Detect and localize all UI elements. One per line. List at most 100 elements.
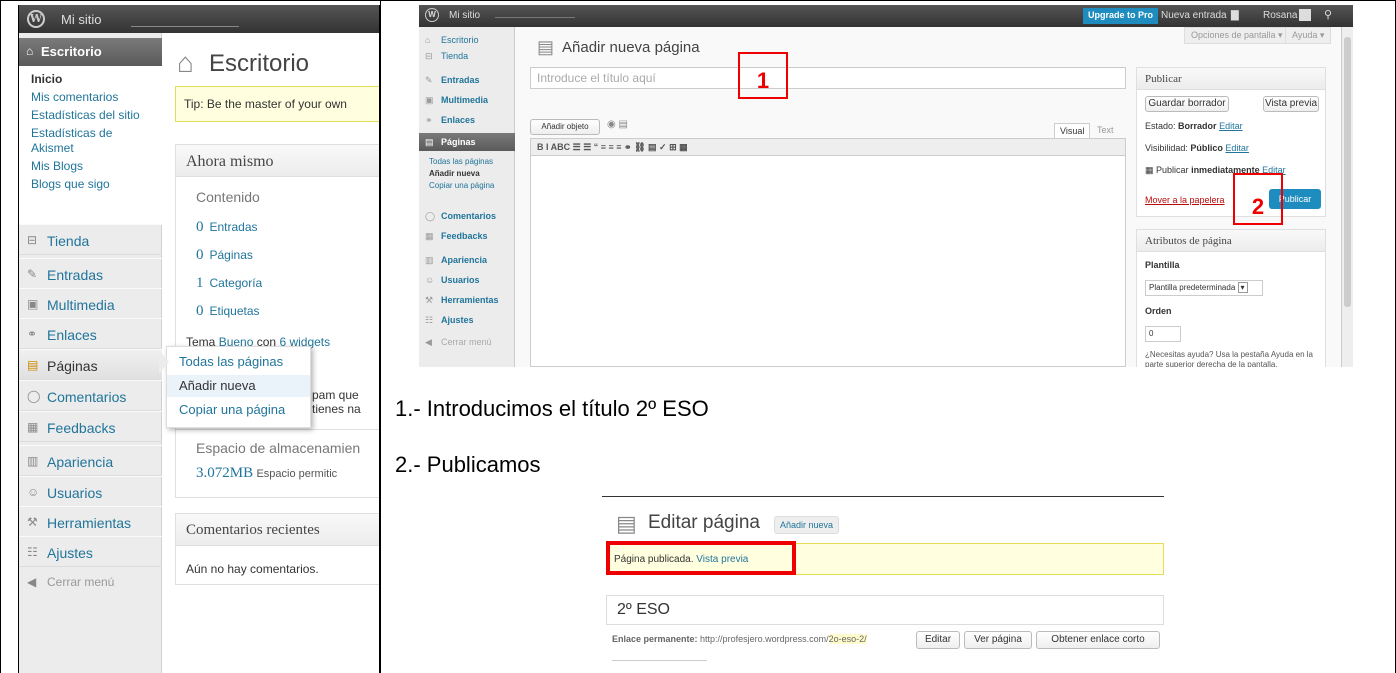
add-new-button[interactable]: Añadir nueva <box>774 516 840 534</box>
submenu-todas[interactable]: Todas las páginas <box>429 157 493 166</box>
glance-entradas[interactable]: 0 Entradas <box>196 219 258 236</box>
admin-bar: W Mi sitio <box>19 5 379 33</box>
menu-tienda[interactable]: ⊟ Tienda <box>19 224 162 255</box>
menu-multimedia[interactable]: ▣ Multimedia <box>419 91 515 109</box>
btn-label: Editar <box>924 634 952 645</box>
upgrade-button[interactable]: Upgrade to Pro <box>1083 8 1159 24</box>
user-link[interactable]: Rosana <box>1263 10 1297 21</box>
help-button[interactable]: Ayuda ▾ <box>1285 27 1332 44</box>
page-title-input[interactable]: 2º ESO <box>606 595 1164 625</box>
edit-link[interactable]: Editar <box>1219 121 1243 131</box>
flyout-anadir-nueva[interactable]: Añadir nueva <box>167 375 310 397</box>
glance-paginas[interactable]: 0 Páginas <box>196 247 253 264</box>
submenu-blogs-que-sigo[interactable]: Blogs que sigo <box>31 177 110 191</box>
menu-multimedia[interactable]: ▣ Multimedia <box>19 288 162 319</box>
wordpress-logo-icon[interactable]: W <box>27 10 45 28</box>
menu-usuarios[interactable]: ☺ Usuarios <box>19 476 162 507</box>
tab-visual[interactable]: Visual <box>1054 123 1091 139</box>
site-link[interactable]: Mi sitio <box>61 12 101 27</box>
menu-apariencia[interactable]: ▥ Apariencia <box>19 445 162 476</box>
glance-categoria[interactable]: 1 Categoría <box>196 275 262 292</box>
media-icon[interactable]: ◉ ▤ <box>607 119 628 130</box>
submenu-akismet[interactable]: Akismet <box>31 141 74 155</box>
submenu-estadisticas[interactable]: Estadísticas del sitio <box>31 108 140 122</box>
menu-paginas[interactable]: ▤ Páginas <box>419 133 515 151</box>
menu-paginas[interactable]: ▤ Páginas <box>19 349 162 380</box>
collapse-menu[interactable]: ◀ Cerrar menú <box>19 567 162 598</box>
appearance-icon: ▥ <box>425 255 434 265</box>
admin-bar-search[interactable] <box>131 13 239 27</box>
menu-enlaces[interactable]: ⚭ Enlaces <box>19 318 162 349</box>
submenu-estadisticas-de[interactable]: Estadísticas de <box>31 126 112 140</box>
view-page-button[interactable]: Ver página <box>964 631 1032 649</box>
tab-text[interactable]: Text <box>1092 123 1119 137</box>
glance-label: Páginas <box>209 248 253 262</box>
template-select[interactable]: Plantilla predeterminada ▾ <box>1145 280 1263 296</box>
wordpress-logo-icon[interactable]: W <box>425 8 439 22</box>
admin-bar-search[interactable] <box>495 17 575 18</box>
title-input[interactable]: Introduce el título aquí <box>530 67 1126 89</box>
menu-ajustes[interactable]: ☷ Ajustes <box>419 311 515 329</box>
permalink-label: Enlace permanente: <box>612 634 698 644</box>
feedback-icon: ▦ <box>27 420 39 434</box>
collapse-menu[interactable]: ◀ Cerrar menú <box>419 333 515 351</box>
menu-escritorio[interactable]: ⌂ Escritorio <box>19 38 162 66</box>
editor-toolbar[interactable]: B I ABC ☰ ☰ “ ≡ ≡ ≡ ⚭ ⛓ ▤ ✓ ⊞ ▦ <box>530 138 1126 156</box>
scrollbar-thumb[interactable] <box>1344 37 1351 307</box>
step-2-text: 2.- Publicamos <box>395 452 541 477</box>
scrollbar[interactable] <box>1341 27 1353 367</box>
save-draft-button[interactable]: Guardar borrador <box>1145 96 1229 112</box>
publish-box-title: Publicar <box>1137 68 1325 90</box>
flyout-todas-paginas[interactable]: Todas las páginas <box>167 351 310 373</box>
menu-feedbacks[interactable]: ▦ Feedbacks <box>419 227 515 245</box>
screen-options-button[interactable]: Opciones de pantalla ▾ <box>1184 27 1290 44</box>
menu-usuarios[interactable]: ☺ Usuarios <box>419 271 515 289</box>
preview-button[interactable]: Vista previa <box>1263 96 1319 112</box>
submenu-copiar[interactable]: Copiar una página <box>429 181 494 190</box>
site-link[interactable]: Mi sitio <box>449 10 480 21</box>
trash-link[interactable]: Mover a la papelera <box>1145 195 1225 205</box>
menu-tienda[interactable]: ⊟ Tienda <box>419 47 515 65</box>
notifications-icon[interactable]: ▇ <box>1231 10 1239 21</box>
menu-comentarios[interactable]: ◯ Comentarios <box>419 207 515 225</box>
submenu-anadir[interactable]: Añadir nueva <box>429 169 480 178</box>
glance-label: Etiquetas <box>209 304 260 318</box>
menu-label: Ajustes <box>47 545 93 561</box>
menu-comentarios[interactable]: ◯ Comentarios <box>19 380 162 411</box>
dashboard-icon: ⌂ <box>177 47 194 78</box>
menu-herramientas[interactable]: ⚒ Herramientas <box>419 291 515 309</box>
count: 1 <box>196 275 204 291</box>
menu-label: Apariencia <box>441 255 488 265</box>
glance-etiquetas[interactable]: 0 Etiquetas <box>196 303 260 320</box>
avatar[interactable] <box>1299 9 1311 21</box>
menu-label: Feedbacks <box>441 231 488 241</box>
menu-herramientas[interactable]: ⚒ Herramientas <box>19 506 162 537</box>
search-icon[interactable]: ⚲ <box>1324 8 1332 21</box>
menu-entradas[interactable]: ✎ Entradas <box>419 71 515 89</box>
new-entry-link[interactable]: Nueva entrada <box>1161 10 1227 21</box>
menu-enlaces[interactable]: ⚭ Enlaces <box>419 111 515 129</box>
visibility-line: Visibilidad: Público Editar <box>1145 143 1249 153</box>
submenu-inicio[interactable]: Inicio <box>31 72 62 86</box>
permalink-slug[interactable]: 2o-eso-2/ <box>828 634 867 644</box>
tip-notice: Tip: Be the master of your own <box>175 86 379 122</box>
appearance-icon: ▥ <box>27 454 39 468</box>
editor-area[interactable] <box>530 156 1126 367</box>
shortlink-button[interactable]: Obtener enlace corto <box>1036 631 1160 649</box>
now-box: Ahora mismo Contenido 0 Entradas 0 Páginas… <box>175 144 379 498</box>
page-title: Añadir nueva página <box>562 39 700 56</box>
submenu-mis-comentarios[interactable]: Mis comentarios <box>31 90 118 104</box>
add-page-screenshot: W Mi sitio Upgrade to Pro Nueva entrada … <box>419 5 1353 367</box>
edit-permalink-button[interactable]: Editar <box>916 631 960 649</box>
menu-feedbacks[interactable]: ▦ Feedbacks <box>19 411 162 442</box>
menu-label: Usuarios <box>441 275 480 285</box>
flyout-copiar-pagina[interactable]: Copiar una página <box>167 399 310 421</box>
menu-ajustes[interactable]: ☷ Ajustes <box>19 536 162 567</box>
menu-apariencia[interactable]: ▥ Apariencia <box>419 251 515 269</box>
menu-label: Páginas <box>441 137 476 147</box>
add-media-button[interactable]: Añadir objeto <box>530 119 600 135</box>
menu-entradas[interactable]: ✎ Entradas <box>19 258 162 289</box>
order-input[interactable]: 0 <box>1145 326 1181 342</box>
edit-link[interactable]: Editar <box>1225 143 1249 153</box>
submenu-mis-blogs[interactable]: Mis Blogs <box>31 159 83 173</box>
